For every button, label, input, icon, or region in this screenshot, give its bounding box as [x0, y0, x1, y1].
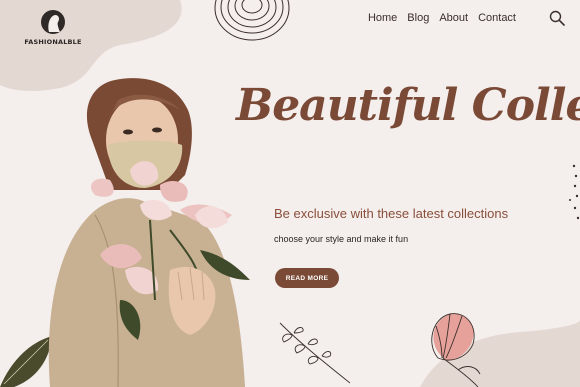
nav-home[interactable]: Home — [368, 12, 397, 24]
hero-headline: Be exclusive with these latest collectio… — [274, 206, 509, 221]
model-photo — [48, 78, 250, 387]
dots-decoration — [569, 164, 580, 220]
nav-about[interactable]: About — [439, 12, 468, 24]
leaf-sketch-decoration — [279, 322, 351, 384]
hero-title: Beautiful Collection — [236, 80, 580, 131]
flower-decoration — [431, 313, 481, 387]
main-nav: Home Blog About Contact — [368, 12, 516, 24]
brand-logo[interactable]: FASHIONALBLE — [18, 10, 88, 46]
brand-name: FASHIONALBLE — [24, 38, 82, 46]
hero-subline: choose your style and make it fun — [274, 234, 409, 244]
read-more-button[interactable]: READ MORE — [275, 268, 339, 288]
landing-page: FASHIONALBLE Home Blog About Contact Bea… — [0, 0, 580, 387]
nav-contact[interactable]: Contact — [478, 12, 516, 24]
search-icon[interactable] — [549, 10, 565, 26]
woman-silhouette-icon — [41, 10, 65, 34]
nav-blog[interactable]: Blog — [407, 12, 429, 24]
